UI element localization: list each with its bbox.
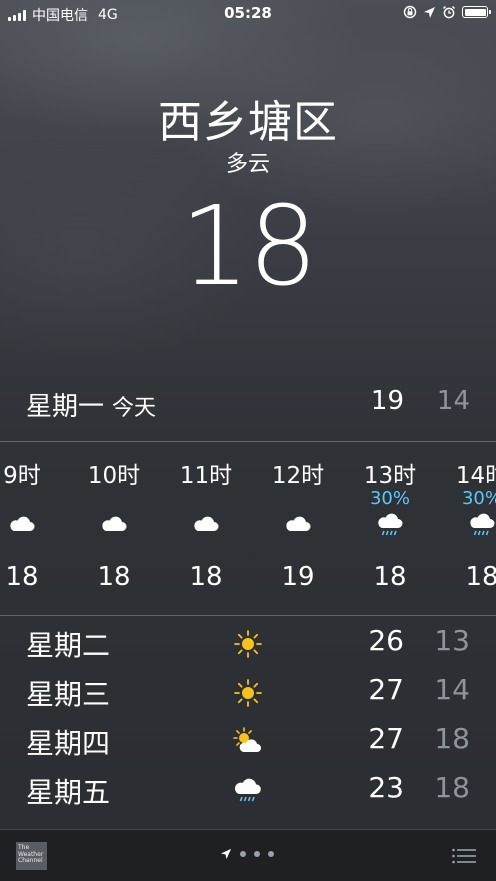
- day-high: 27: [368, 673, 404, 706]
- day-row: 星期三 27 14: [0, 671, 496, 711]
- hour-temp: 18: [465, 562, 496, 592]
- today-low: 14: [436, 386, 470, 416]
- list-icon[interactable]: [452, 848, 476, 864]
- cloud-icon: [194, 516, 219, 531]
- sun-icon: [234, 630, 262, 658]
- page-dot-icon: [240, 851, 246, 857]
- rain-cloud-icon: [470, 513, 495, 536]
- page-dot-icon: [254, 851, 260, 857]
- day-high: 27: [368, 722, 404, 755]
- today-day: 星期一 今天: [26, 386, 156, 423]
- hourly-forecast[interactable]: 9时 18 10时 18 11时 18 12时 19 13时 30% 18 14…: [0, 442, 496, 614]
- day-high: 26: [368, 624, 404, 657]
- cloud-icon: [102, 516, 127, 531]
- hour-temp: 18: [97, 562, 131, 592]
- page-indicator[interactable]: [220, 848, 274, 860]
- current-temperature: 18: [180, 182, 318, 310]
- hour-time: 14时: [455, 463, 496, 489]
- rotation-lock-icon: [403, 5, 417, 19]
- hour-time: 10时: [87, 463, 141, 489]
- city-name: 西乡塘区: [158, 97, 338, 148]
- day-row: 星期五 23 18: [0, 769, 496, 809]
- location-arrow-icon: [424, 6, 435, 18]
- day-low: 14: [434, 673, 470, 706]
- weather-screen: 中国电信 4G 05:28 西乡塘区 多云 18 星期一 今天 19 14 9时…: [0, 0, 496, 881]
- day-name: 星期四: [26, 727, 111, 760]
- cloud-icon: [10, 516, 35, 531]
- rain-cloud-icon: [235, 778, 261, 802]
- hour-temp: 18: [373, 562, 407, 592]
- day-name: 星期二: [26, 629, 111, 662]
- rain-cloud-icon: [378, 513, 403, 536]
- today-label: 今天: [112, 396, 157, 421]
- day-name: 星期三: [26, 678, 111, 711]
- hour-time: 12时: [271, 463, 325, 489]
- day-low: 13: [434, 624, 470, 657]
- alarm-icon: [442, 5, 456, 19]
- today-high: 19: [370, 386, 404, 416]
- battery-icon: [462, 6, 491, 18]
- status-bar: 中国电信 4G 05:28: [0, 0, 496, 26]
- location-arrow-icon: [220, 848, 232, 860]
- cloud-icon: [286, 516, 311, 531]
- hour-precip: 30%: [369, 488, 410, 509]
- divider-bottom: [0, 615, 496, 616]
- hour-precip: 30%: [461, 488, 496, 509]
- day-high: 23: [368, 771, 404, 804]
- day-row: 星期二 26 13: [0, 622, 496, 662]
- hour-time: 11时: [179, 463, 233, 489]
- today-row: 星期一 今天 19 14: [0, 386, 496, 426]
- bottom-toolbar: The Weather Channel: [0, 829, 496, 881]
- today-day-name: 星期一: [26, 392, 105, 422]
- hour-time: 13时: [363, 463, 417, 489]
- hour-time: 9时: [3, 463, 41, 489]
- weather-channel-logo[interactable]: The Weather Channel: [16, 842, 47, 870]
- hour-temp: 19: [281, 562, 315, 592]
- status-right: [403, 5, 491, 19]
- weather-condition: 多云: [225, 152, 270, 177]
- day-low: 18: [434, 722, 470, 755]
- partly-cloudy-icon: [233, 727, 261, 752]
- hour-temp: 18: [5, 562, 39, 592]
- sun-icon: [234, 679, 262, 707]
- day-row: 星期四 27 18: [0, 720, 496, 760]
- day-name: 星期五: [26, 776, 111, 809]
- hour-temp: 18: [189, 562, 223, 592]
- page-dot-icon: [268, 851, 274, 857]
- day-low: 18: [434, 771, 470, 804]
